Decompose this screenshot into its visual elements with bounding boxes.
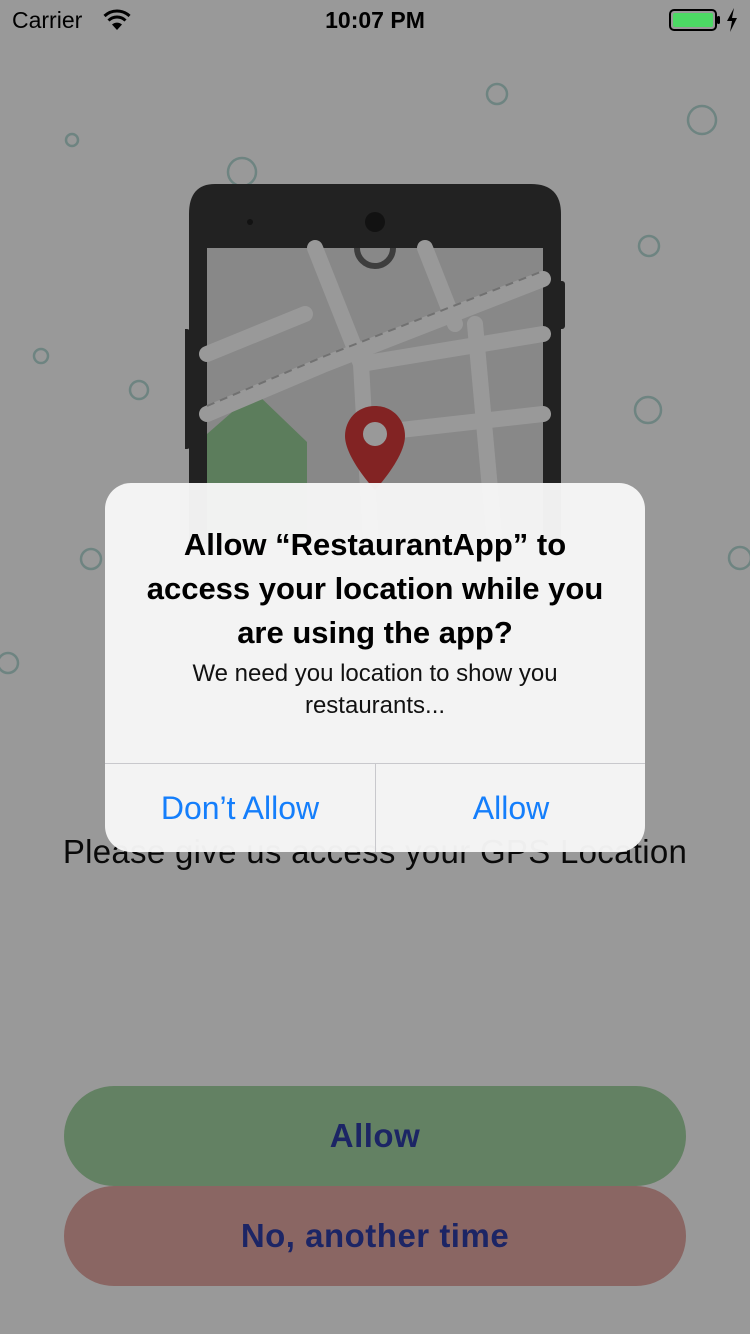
battery-icon	[669, 9, 720, 31]
status-bar: Carrier 10:07 PM	[0, 0, 750, 40]
alert-title: Allow “RestaurantApp” to access your loc…	[146, 527, 604, 650]
clock: 10:07 PM	[325, 7, 425, 33]
dont-allow-button[interactable]: Don’t Allow	[105, 764, 375, 852]
charging-bolt-icon	[727, 8, 737, 32]
alert-allow-button[interactable]: Allow	[376, 764, 645, 852]
alert-message: We need you location to show you restaur…	[192, 660, 558, 719]
